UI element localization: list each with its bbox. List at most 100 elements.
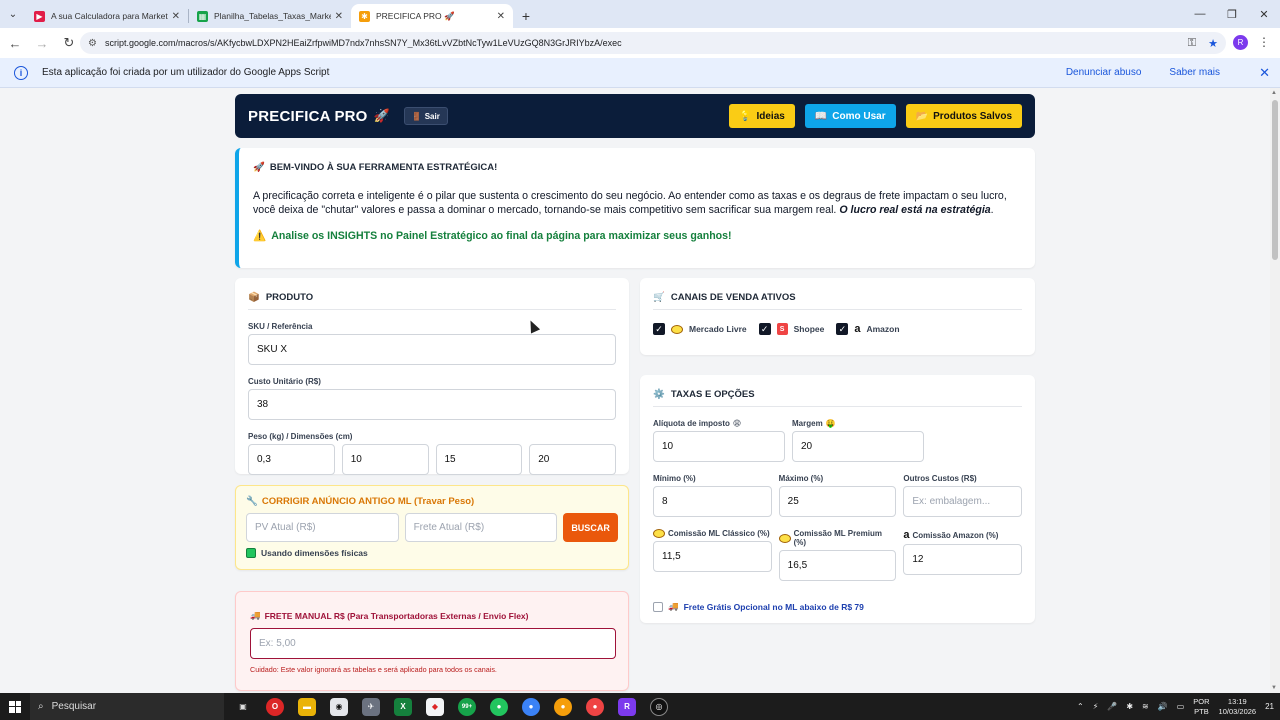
ml-premium-input[interactable]: 16,5 — [778, 550, 897, 581]
new-tab-button[interactable]: + — [513, 4, 539, 28]
close-icon[interactable]: ✕ — [497, 11, 505, 22]
saved-products-button[interactable]: 📂 Produtos Salvos — [905, 104, 1022, 128]
opera-icon[interactable]: O — [266, 697, 284, 716]
frete-manual-input[interactable]: Ex: 5,00 — [250, 628, 616, 659]
browser-tabbar: ⌄ ▶ A sua Calculadora para Marketp ✕ ▦ P… — [0, 0, 1280, 28]
task-view-icon[interactable]: ▣ — [234, 698, 252, 716]
network-icon[interactable]: ⚡ — [1093, 702, 1099, 711]
dimension-3-input[interactable]: 20 — [529, 444, 616, 475]
taskbar-search[interactable]: ⌕ Pesquisar — [30, 693, 224, 720]
chrome-icon[interactable]: ● — [586, 697, 604, 716]
sku-input[interactable]: SKU X — [248, 334, 616, 365]
menu-icon[interactable]: ⋮ — [1258, 35, 1270, 49]
tab-planilha[interactable]: ▦ Planilha_Tabelas_Taxas_Marketp ✕ — [189, 4, 351, 28]
ml-classico-input[interactable]: 11,5 — [653, 541, 772, 572]
book-icon: 📖 — [814, 110, 828, 122]
close-infobar-icon[interactable]: ✕ — [1259, 65, 1270, 81]
amazon-checkbox[interactable]: ✓ — [836, 323, 849, 335]
close-icon[interactable]: ✕ — [335, 11, 343, 22]
warning-icon: ⚠️ — [253, 230, 267, 242]
ml-checkbox[interactable]: ✓ — [653, 323, 665, 335]
how-to-button[interactable]: 📖 Como Usar — [804, 104, 896, 128]
ml-label: Mercado Livre — [689, 324, 747, 334]
app-header: PRECIFICA PRO 🚀 🚪 Sair 💡 Ideias 📖 Como Usar… — [235, 94, 1035, 138]
corrigir-card: 🔧 CORRIGIR ANÚNCIO ANTIGO ML (Travar Peso… — [235, 485, 629, 570]
chrome-icon[interactable]: ● — [522, 697, 540, 716]
ideas-button[interactable]: 💡 Ideias — [729, 104, 795, 128]
chrome-icon[interactable]: ● — [554, 697, 572, 716]
app-brand: PRECIFICA PRO — [248, 107, 368, 125]
rocket-icon: 🚀 — [373, 108, 390, 123]
report-abuse-link[interactable]: Denunciar abuso — [1066, 67, 1142, 78]
amazon-commission-input[interactable]: 12 — [903, 544, 1023, 575]
file-explorer-icon[interactable]: ▬ — [298, 697, 316, 716]
restore-icon[interactable]: ❐ — [1216, 0, 1248, 28]
notification-icon[interactable]: 21 — [1265, 702, 1274, 711]
welcome-title: BEM-VINDO À SUA FERRAMENTA ESTRATÉGICA! — [269, 162, 498, 173]
maximo-label: Máximo (%) — [778, 474, 824, 483]
chrome-icon[interactable]: ● — [490, 697, 508, 716]
tab-calculadora[interactable]: ▶ A sua Calculadora para Marketp ✕ — [26, 4, 188, 28]
tab-precifica-pro[interactable]: ✱ PRECIFICA PRO 🚀 ✕ — [351, 4, 513, 28]
start-button[interactable] — [0, 693, 30, 720]
obs-icon[interactable]: ◎ — [650, 697, 668, 716]
buscar-button[interactable]: BUSCAR — [563, 513, 618, 542]
mercado-livre-icon — [778, 533, 791, 543]
learn-more-link[interactable]: Saber mais — [1169, 67, 1220, 78]
outros-label: Outros Custos (R$) — [903, 474, 977, 483]
logout-button[interactable]: 🚪 Sair — [403, 107, 448, 125]
chevron-up-icon[interactable]: ⌃ — [1077, 702, 1084, 711]
peso-input[interactable]: 0,3 — [248, 444, 335, 475]
maximo-input[interactable]: 25 — [778, 486, 897, 517]
apps-script-icon: ✱ — [359, 10, 370, 22]
reload-icon[interactable]: ↻ — [57, 31, 81, 55]
close-icon[interactable]: ✕ — [172, 11, 180, 22]
margem-input[interactable]: 20 — [792, 431, 924, 462]
frete-gratis-checkbox[interactable] — [653, 601, 663, 612]
address-bar[interactable]: ⚙ script.google.com/macros/s/AKfycbwLDXP… — [80, 32, 1226, 54]
excel-icon[interactable]: X — [394, 697, 412, 716]
bookmark-star-icon[interactable]: ★ — [1208, 37, 1218, 50]
app-icon[interactable]: R — [618, 697, 636, 716]
clock[interactable]: 13:19 10/03/2026 — [1219, 697, 1257, 717]
lightbulb-icon: 💡 — [739, 110, 752, 122]
dimension-2-input[interactable]: 15 — [435, 444, 523, 475]
pv-atual-input[interactable]: PV Atual (R$) — [246, 513, 399, 542]
page-scrollbar[interactable]: ▲ ▼ — [1270, 88, 1280, 693]
tab-search-icon[interactable]: ⌄ — [0, 0, 26, 28]
system-tray: ⌃ ⚡ 🎤 ✱ ≋ 🔊 ▭ POR PTB 13:19 10/03/2026 21 — [1077, 693, 1274, 720]
custo-input[interactable]: 38 — [248, 389, 616, 420]
bluetooth-icon[interactable]: ✱ — [1126, 702, 1133, 711]
profile-avatar[interactable]: R — [1233, 35, 1248, 50]
battery-icon[interactable]: ▭ — [1177, 702, 1185, 711]
site-info-icon[interactable]: ⚙ — [88, 38, 97, 49]
outros-input[interactable]: Ex: embalagem... — [903, 486, 1023, 517]
search-icon: ⌕ — [38, 701, 44, 712]
imposto-input[interactable]: 10 — [653, 431, 785, 462]
minimo-input[interactable]: 8 — [653, 486, 772, 517]
shopee-checkbox[interactable]: ✓ — [758, 323, 771, 335]
cart-icon: 🛒 — [653, 292, 665, 303]
wifi-icon[interactable]: ≋ — [1142, 702, 1149, 711]
app-icon[interactable]: ◉ — [330, 697, 348, 716]
close-window-icon[interactable]: ✕ — [1248, 0, 1280, 28]
apps-script-infobar: i Esta aplicação foi criada por um utili… — [0, 58, 1280, 88]
minimize-icon[interactable]: — — [1184, 0, 1216, 28]
taxas-card: ⚙️ TAXAS E OPÇÕES Alíquota de imposto 😩 10… — [640, 375, 1035, 623]
scrollbar-thumb[interactable] — [1272, 100, 1278, 260]
forward-icon[interactable]: → — [30, 31, 54, 55]
dimension-1-input[interactable]: 10 — [341, 444, 429, 475]
check-icon — [246, 548, 256, 558]
frete-atual-input[interactable]: Frete Atual (R$) — [404, 513, 558, 542]
app-icon[interactable]: ✈ — [362, 697, 380, 716]
key-icon[interactable]: ⚿ — [1188, 37, 1196, 50]
back-icon[interactable]: ← — [3, 31, 27, 55]
language-indicator[interactable]: POR PTB — [1193, 697, 1209, 717]
volume-icon[interactable]: 🔊 — [1158, 702, 1168, 711]
mic-icon[interactable]: 🎤 — [1107, 702, 1117, 711]
canais-title: CANAIS DE VENDA ATIVOS — [670, 292, 796, 303]
produto-card: 📦 PRODUTO SKU / Referência SKU X Custo Un… — [235, 278, 629, 475]
sad-face-icon: 😩 — [732, 419, 742, 428]
whatsapp-icon[interactable]: 99+ — [458, 697, 476, 716]
app-icon[interactable]: ◆ — [426, 697, 444, 716]
